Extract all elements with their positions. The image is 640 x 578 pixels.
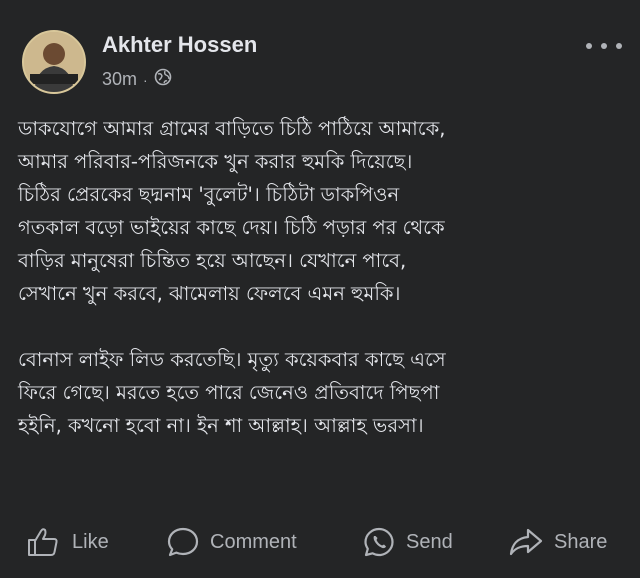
- like-button[interactable]: Like: [26, 520, 109, 564]
- comment-icon: [166, 526, 200, 558]
- action-bar: Like Comment Send Share: [0, 520, 640, 564]
- post-paragraph: বোনাস লাইফ লিড করতেছি। মৃত্যু কয়েকবার ক…: [18, 348, 446, 437]
- post-meta: 30m ·: [102, 68, 172, 91]
- more-dot-icon: [586, 43, 592, 49]
- whatsapp-icon: [362, 526, 396, 558]
- share-button[interactable]: Share: [508, 520, 607, 564]
- post-paragraph: ডাকযোগে আমার গ্রামের বাড়িতে চিঠি পাঠিয়…: [18, 117, 446, 305]
- more-options-button[interactable]: [586, 36, 622, 56]
- more-dot-icon: [601, 43, 607, 49]
- send-label: Send: [406, 530, 453, 553]
- meta-separator: ·: [143, 71, 148, 88]
- post-time[interactable]: 30m: [102, 69, 137, 90]
- thumbs-up-icon: [26, 527, 62, 557]
- share-arrow-icon: [508, 526, 544, 558]
- share-label: Share: [554, 530, 608, 553]
- comment-button[interactable]: Comment: [166, 520, 297, 564]
- comment-label: Comment: [210, 530, 297, 553]
- author-name[interactable]: Akhter Hossen: [102, 32, 257, 58]
- avatar[interactable]: [22, 30, 86, 94]
- globe-icon: [154, 68, 172, 91]
- post-body: ডাকযোগে আমার গ্রামের বাড়িতে চিঠি পাঠিয়…: [18, 112, 624, 442]
- like-label: Like: [72, 530, 109, 553]
- send-button[interactable]: Send: [362, 520, 453, 564]
- post-header: Akhter Hossen 30m ·: [22, 30, 622, 100]
- more-dot-icon: [616, 43, 622, 49]
